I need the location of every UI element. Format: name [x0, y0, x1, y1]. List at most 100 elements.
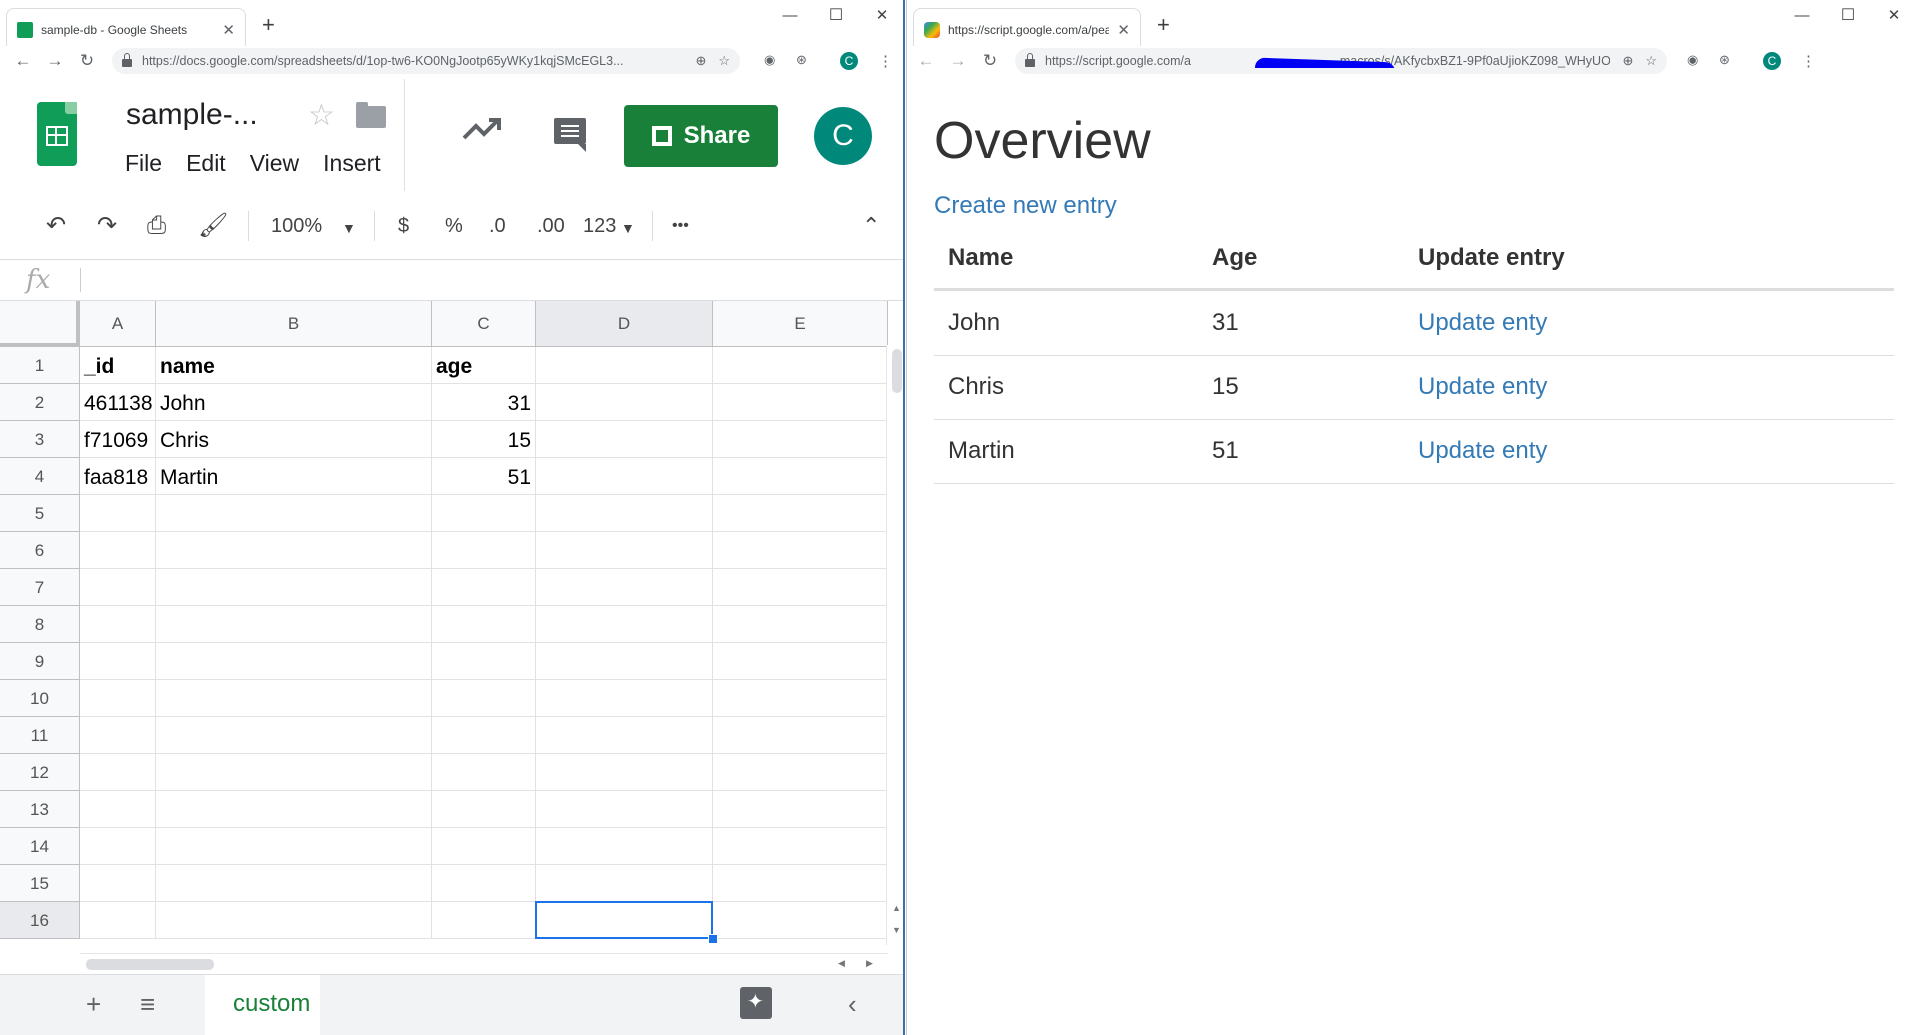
collapse-chevron-icon[interactable]: ⌃: [862, 213, 880, 239]
cell-c6[interactable]: [432, 532, 536, 569]
all-sheets-icon[interactable]: ≡: [140, 989, 155, 1020]
bookmark-star-icon[interactable]: ☆: [718, 53, 730, 69]
more-toolbar-button[interactable]: •••: [672, 217, 689, 235]
chrome-menu-icon[interactable]: ⋮: [1801, 52, 1816, 70]
extension-icon[interactable]: ◉: [764, 52, 775, 68]
cell-d1[interactable]: [536, 347, 713, 384]
percent-format-button[interactable]: %: [445, 215, 463, 238]
cell-a15[interactable]: [80, 865, 156, 902]
close-window-icon[interactable]: ✕: [1871, 6, 1917, 26]
address-bar[interactable]: https://script.google.com/a macros/s/AKf…: [1015, 48, 1667, 74]
cell-d4[interactable]: [536, 458, 713, 495]
sheets-logo-icon[interactable]: [37, 102, 77, 166]
scroll-left-icon[interactable]: ◀: [838, 958, 845, 969]
cell-d8[interactable]: [536, 606, 713, 643]
cell-c10[interactable]: [432, 680, 536, 717]
profile-avatar[interactable]: C: [840, 52, 858, 70]
row-header-10[interactable]: 10: [0, 680, 80, 717]
scroll-down-icon[interactable]: ▼: [892, 925, 901, 935]
cell-b3[interactable]: Chris: [156, 421, 432, 458]
cell-d6[interactable]: [536, 532, 713, 569]
cell-a7[interactable]: [80, 569, 156, 606]
browser-tab-sheets[interactable]: sample-db - Google Sheets ✕: [6, 8, 246, 50]
activity-trend-icon[interactable]: [462, 116, 502, 142]
cell-e1[interactable]: [713, 347, 888, 384]
cell-d13[interactable]: [536, 791, 713, 828]
cell-b15[interactable]: [156, 865, 432, 902]
cell-e2[interactable]: [713, 384, 888, 421]
row-header-6[interactable]: 6: [0, 532, 80, 569]
zoom-dropdown-icon[interactable]: ▼: [342, 220, 356, 236]
vertical-scrollbar[interactable]: ▲ ▼: [886, 345, 903, 945]
reload-icon[interactable]: ↻: [72, 51, 102, 71]
cell-c16[interactable]: [432, 902, 536, 939]
cell-c9[interactable]: [432, 643, 536, 680]
cell-d14[interactable]: [536, 828, 713, 865]
extension-shield-icon[interactable]: ⊛: [796, 52, 807, 68]
cell-c15[interactable]: [432, 865, 536, 902]
cell-c5[interactable]: [432, 495, 536, 532]
cell-e10[interactable]: [713, 680, 888, 717]
cell-a16[interactable]: [80, 902, 156, 939]
cell-d7[interactable]: [536, 569, 713, 606]
print-icon[interactable]: ⎙: [147, 213, 166, 239]
extension-icon[interactable]: ◉: [1687, 52, 1698, 68]
add-sheet-icon[interactable]: +: [86, 989, 101, 1020]
account-avatar[interactable]: C: [814, 107, 872, 165]
update-entry-link[interactable]: Update enty: [1418, 291, 1547, 355]
row-header-7[interactable]: 7: [0, 569, 80, 606]
scroll-up-icon[interactable]: ▲: [892, 903, 901, 913]
cell-a14[interactable]: [80, 828, 156, 865]
document-title[interactable]: sample-...: [126, 98, 258, 132]
cell-e12[interactable]: [713, 754, 888, 791]
cell-c4[interactable]: 51: [432, 458, 536, 495]
close-tab-icon[interactable]: ✕: [222, 21, 235, 39]
cell-d3[interactable]: [536, 421, 713, 458]
cell-d2[interactable]: [536, 384, 713, 421]
cell-c2[interactable]: 31: [432, 384, 536, 421]
cell-e3[interactable]: [713, 421, 888, 458]
redo-icon[interactable]: ↷: [97, 213, 117, 239]
close-window-icon[interactable]: ✕: [859, 6, 903, 26]
zoom-select[interactable]: 100%: [271, 215, 322, 238]
row-header-12[interactable]: 12: [0, 754, 80, 791]
row-header-8[interactable]: 8: [0, 606, 80, 643]
cell-e4[interactable]: [713, 458, 888, 495]
cell-d5[interactable]: [536, 495, 713, 532]
cell-e6[interactable]: [713, 532, 888, 569]
cell-d15[interactable]: [536, 865, 713, 902]
menu-edit[interactable]: Edit: [186, 150, 226, 177]
profile-avatar[interactable]: C: [1763, 52, 1781, 70]
decrease-decimal-button[interactable]: .0: [489, 215, 506, 238]
increase-decimal-button[interactable]: .00: [537, 215, 565, 238]
back-icon[interactable]: ←: [8, 51, 38, 71]
row-header-15[interactable]: 15: [0, 865, 80, 902]
forward-icon[interactable]: →: [40, 51, 70, 71]
column-header-b[interactable]: B: [156, 301, 432, 347]
cell-a11[interactable]: [80, 717, 156, 754]
cell-c12[interactable]: [432, 754, 536, 791]
cell-c11[interactable]: [432, 717, 536, 754]
cell-a5[interactable]: [80, 495, 156, 532]
more-formats-button[interactable]: 123: [583, 215, 616, 238]
cell-a1[interactable]: _id: [80, 347, 156, 384]
cell-a2[interactable]: 461138: [80, 384, 156, 421]
column-header-c[interactable]: C: [432, 301, 536, 347]
row-header-9[interactable]: 9: [0, 643, 80, 680]
zoom-icon[interactable]: ⊕: [1622, 53, 1633, 69]
row-header-14[interactable]: 14: [0, 828, 80, 865]
cell-b1[interactable]: name: [156, 347, 432, 384]
cell-e16[interactable]: [713, 902, 888, 939]
undo-icon[interactable]: ↶: [46, 213, 66, 239]
column-header-e[interactable]: E: [713, 301, 888, 347]
menu-file[interactable]: File: [125, 150, 162, 177]
spreadsheet-grid[interactable]: A B C D E 1 _id name age 2 461138 John 31 3 f71069 Chri…: [0, 301, 888, 953]
maximize-icon[interactable]: ☐: [813, 6, 859, 26]
zoom-icon[interactable]: ⊕: [695, 53, 706, 69]
row-header-1[interactable]: 1: [0, 347, 80, 384]
folder-icon[interactable]: [356, 102, 386, 128]
cell-c13[interactable]: [432, 791, 536, 828]
minimize-icon[interactable]: —: [1779, 6, 1825, 26]
cell-d12[interactable]: [536, 754, 713, 791]
cell-b10[interactable]: [156, 680, 432, 717]
